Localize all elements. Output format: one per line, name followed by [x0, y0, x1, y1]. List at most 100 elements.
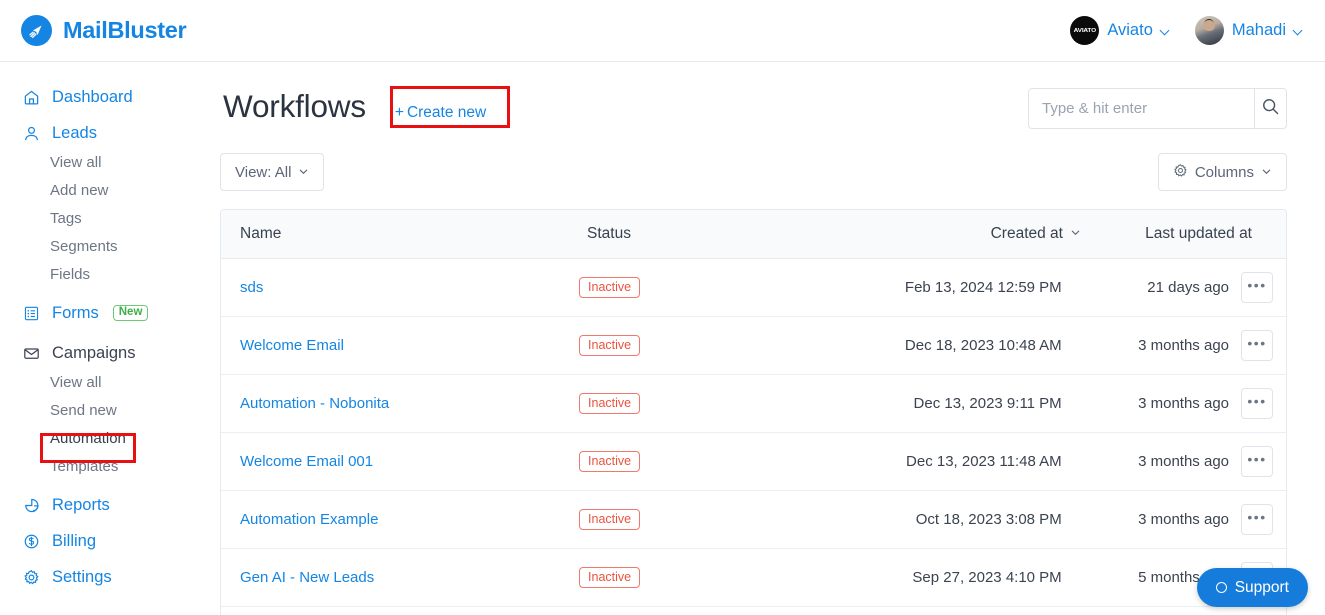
sidebar-item-label: Campaigns	[52, 344, 135, 363]
support-circle-icon	[1216, 582, 1227, 593]
sidebar-item-leads-add-new[interactable]: Add new	[0, 176, 212, 204]
sidebar-item-label: Settings	[52, 568, 112, 587]
columns-label: Columns	[1195, 164, 1254, 181]
sidebar-item-label: Templates	[50, 458, 118, 475]
sidebar-item-label: Automation	[50, 430, 126, 447]
sidebar-item-leads-tags[interactable]: Tags	[0, 204, 212, 232]
billing-icon	[22, 532, 41, 551]
support-label: Support	[1235, 579, 1289, 597]
status-badge: Inactive	[579, 567, 640, 589]
sidebar-item-forms[interactable]: Forms New	[0, 298, 212, 328]
sidebar-item-campaigns-templates[interactable]: Templates	[0, 452, 212, 480]
created-at-cell: Oct 18, 2023 3:08 PM	[804, 511, 1073, 528]
sidebar-item-leads-view-all[interactable]: View all	[0, 148, 212, 176]
sidebar-item-label: Leads	[52, 124, 97, 143]
search-input[interactable]	[1029, 89, 1254, 128]
create-new-button[interactable]: +Create new	[384, 95, 497, 131]
column-header-label: Created at	[991, 225, 1063, 243]
sidebar-item-label: Segments	[50, 238, 118, 255]
table-row[interactable]	[221, 607, 1286, 615]
sidebar-item-leads-segments[interactable]: Segments	[0, 232, 212, 260]
envelope-icon	[22, 344, 41, 363]
sidebar-item-dashboard[interactable]: Dashboard	[0, 82, 212, 112]
last-updated-cell: 3 months ago	[1073, 511, 1241, 528]
avatar	[1195, 16, 1224, 45]
mailbluster-logo-icon	[21, 15, 52, 46]
row-actions-button[interactable]: •••	[1241, 330, 1273, 361]
page-title: Workflows	[223, 88, 366, 125]
last-updated-cell: 21 days ago	[1073, 279, 1241, 296]
chevron-down-icon	[1161, 26, 1170, 35]
view-filter-label: View: All	[235, 164, 291, 181]
brand[interactable]: MailBluster	[21, 15, 186, 46]
sidebar-item-label: View all	[50, 154, 101, 171]
workflows-table: Name Status Created at Last updated at s…	[220, 209, 1287, 615]
column-header-created-at[interactable]: Created at	[817, 225, 1092, 243]
sidebar-item-billing[interactable]: Billing	[0, 526, 212, 556]
settings-gear-icon	[22, 568, 41, 587]
sidebar-item-settings[interactable]: Settings	[0, 562, 212, 592]
status-badge: Inactive	[579, 393, 640, 415]
row-actions-button[interactable]: •••	[1241, 388, 1273, 419]
column-header-status[interactable]: Status	[587, 225, 817, 243]
status-badge: Inactive	[579, 509, 640, 531]
sidebar-item-label: Billing	[52, 532, 96, 551]
sidebar-item-leads-fields[interactable]: Fields	[0, 260, 212, 288]
top-bar: MailBluster AVIATO Aviato Mahadi	[0, 0, 1325, 62]
create-new-label: Create new	[407, 104, 486, 121]
sidebar-item-label: Dashboard	[52, 88, 133, 107]
row-actions-button[interactable]: •••	[1241, 504, 1273, 535]
page-header: Workflows +Create new	[223, 88, 497, 131]
row-actions-button[interactable]: •••	[1241, 272, 1273, 303]
sidebar-item-campaigns[interactable]: Campaigns	[0, 338, 212, 368]
sidebar-item-campaigns-send-new[interactable]: Send new	[0, 396, 212, 424]
table-row[interactable]: Automation Example Inactive Oct 18, 2023…	[221, 491, 1286, 549]
view-filter-button[interactable]: View: All	[220, 153, 324, 191]
workflow-name-link[interactable]: Welcome Email 001	[240, 453, 373, 470]
sidebar-item-label: Send new	[50, 402, 117, 419]
created-at-cell: Sep 27, 2023 4:10 PM	[804, 569, 1073, 586]
user-name: Mahadi	[1232, 21, 1286, 40]
row-actions-button[interactable]: •••	[1241, 446, 1273, 477]
table-row[interactable]: sds Inactive Feb 13, 2024 12:59 PM 21 da…	[221, 259, 1286, 317]
avatar: AVIATO	[1070, 16, 1099, 45]
brand-name: MailBluster	[63, 17, 186, 44]
workflow-name-link[interactable]: Automation Example	[240, 511, 378, 528]
workflow-name-link[interactable]: Welcome Email	[240, 337, 344, 354]
table-row[interactable]: Gen AI - New Leads Inactive Sep 27, 2023…	[221, 549, 1286, 607]
search-box	[1028, 88, 1287, 129]
sidebar-item-label: View all	[50, 374, 101, 391]
sidebar-item-label: Fields	[50, 266, 90, 283]
sidebar-item-leads[interactable]: Leads	[0, 118, 212, 148]
main-content: Workflows +Create new View: All	[212, 62, 1325, 615]
last-updated-cell: 3 months ago	[1073, 337, 1241, 354]
search-button[interactable]	[1254, 89, 1286, 128]
created-at-cell: Dec 13, 2023 9:11 PM	[804, 395, 1073, 412]
table-toolbar: View: All Columns	[220, 153, 1287, 191]
table-row[interactable]: Welcome Email Inactive Dec 18, 2023 10:4…	[221, 317, 1286, 375]
workflow-name-link[interactable]: Automation - Nobonita	[240, 395, 389, 412]
last-updated-cell: 3 months ago	[1073, 395, 1241, 412]
status-badge: Inactive	[579, 335, 640, 357]
status-badge-new: New	[113, 305, 149, 322]
workflow-name-link[interactable]: sds	[240, 279, 263, 296]
user-icon	[22, 124, 41, 143]
column-header-name[interactable]: Name	[221, 225, 587, 243]
table-row[interactable]: Automation - Nobonita Inactive Dec 13, 2…	[221, 375, 1286, 433]
forms-icon	[22, 304, 41, 323]
sidebar-item-campaigns-view-all[interactable]: View all	[0, 368, 212, 396]
workflow-name-link[interactable]: Gen AI - New Leads	[240, 569, 374, 586]
created-at-cell: Dec 13, 2023 11:48 AM	[804, 453, 1073, 470]
support-button[interactable]: Support	[1197, 568, 1308, 607]
search-icon	[1261, 97, 1280, 121]
sidebar-item-campaigns-automation[interactable]: Automation	[0, 424, 212, 452]
table-row[interactable]: Welcome Email 001 Inactive Dec 13, 2023 …	[221, 433, 1286, 491]
sidebar-item-reports[interactable]: Reports	[0, 490, 212, 520]
user-menu[interactable]: Mahadi	[1195, 16, 1303, 45]
workspace-switcher[interactable]: AVIATO Aviato	[1070, 16, 1170, 45]
chevron-down-icon	[1070, 225, 1081, 243]
sidebar-item-label: Tags	[50, 210, 82, 227]
status-badge: Inactive	[579, 277, 640, 299]
column-header-last-updated-at[interactable]: Last updated at	[1092, 225, 1264, 243]
columns-button[interactable]: Columns	[1158, 153, 1287, 191]
